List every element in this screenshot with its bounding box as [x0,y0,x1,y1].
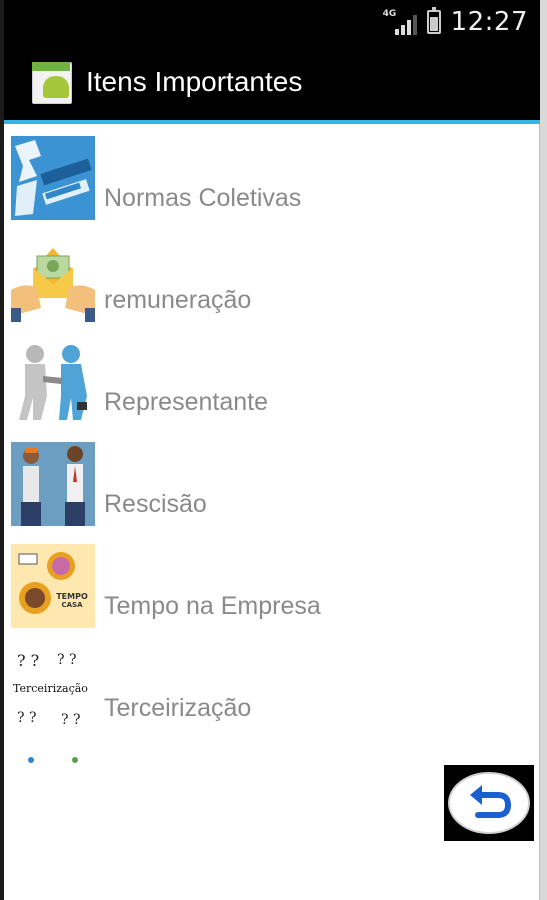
back-button[interactable] [444,765,534,841]
svg-text:TEMPO: TEMPO [56,592,88,601]
undo-arrow-icon [448,772,530,834]
two-workers-thumbnail [11,442,95,526]
list-item-label: Terceirização [104,694,252,722]
page-title: Itens Importantes [86,66,303,97]
list-item-label: Normas Coletivas [104,184,302,212]
network-type: 4G [382,9,397,19]
svg-text:CASA: CASA [61,601,83,609]
handshake-thumbnail [11,340,95,424]
svg-text:? ?: ? ? [17,651,39,670]
svg-text:? ?: ? ? [17,710,36,726]
list-item-remuneracao[interactable]: remuneração [4,226,540,328]
partial-thumbnail [11,748,95,764]
items-list[interactable]: Normas Coletivas remuneração Representan… [4,124,540,764]
list-item-label: remuneração [104,286,252,314]
android-app-icon[interactable] [32,60,72,104]
list-item-tempo-na-empresa[interactable]: TEMPO CASA Tempo na Empresa [4,532,540,634]
list-item-partial[interactable] [4,736,540,764]
list-item-label: Representante [104,388,269,416]
status-time: 12:27 [450,7,528,37]
list-item-representante[interactable]: Representante [4,328,540,430]
list-item-terceirizacao[interactable]: ? ? ? ? ? ? ? ? Terceirização Terceiriza… [4,634,540,736]
svg-text:? ?: ? ? [57,652,76,668]
money-envelope-thumbnail [11,238,95,322]
list-item-label: Tempo na Empresa [104,592,321,620]
status-bar: 4G 12:27 [4,0,540,44]
signal-icon: 4G [383,9,417,35]
list-item-normas-coletivas[interactable]: Normas Coletivas [4,124,540,226]
terceirizacao-thumbnail: ? ? ? ? ? ? ? ? Terceirização [11,646,95,730]
tempo-casa-thumbnail: TEMPO CASA [11,544,95,628]
action-bar: Itens Importantes [4,44,540,120]
window-frame-right [539,0,547,900]
list-item-rescisao[interactable]: Rescisão [4,430,540,532]
thumbnail-caption: Terceirização [13,682,88,695]
list-item-label: Rescisão [104,490,207,518]
battery-icon [426,7,441,34]
svg-text:? ?: ? ? [61,712,80,728]
normas-coletivas-thumbnail [11,136,95,220]
